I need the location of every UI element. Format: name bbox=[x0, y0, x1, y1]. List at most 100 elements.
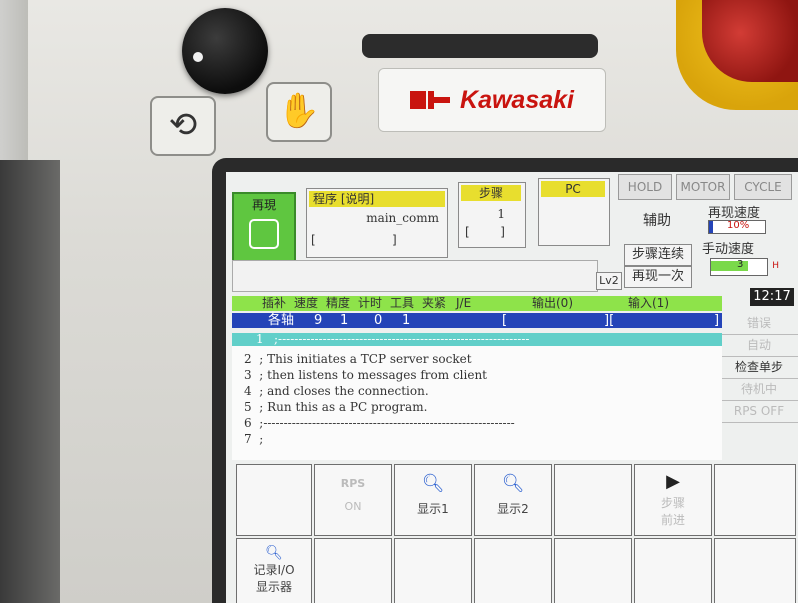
step-continuous-button[interactable]: 步骤连续 bbox=[624, 244, 692, 266]
display1-label: 显示1 bbox=[417, 502, 449, 516]
play-triangle-icon: ▶ bbox=[666, 471, 680, 492]
axis-bar: 各轴 9 1 0 1 [ ][ ] bbox=[232, 313, 722, 328]
hold-hand-button[interactable]: ✋ bbox=[266, 82, 332, 142]
output-bracket-end: ][ bbox=[604, 313, 615, 328]
cycle-indicator: CYCLE bbox=[734, 174, 792, 200]
menu-standby[interactable]: 待机中 bbox=[720, 378, 798, 401]
code-line: 3 ; then listens to messages from client bbox=[244, 368, 487, 383]
display1-button[interactable]: 🔍︎ 显示1 bbox=[394, 464, 472, 536]
kawasaki-mark-icon bbox=[410, 89, 454, 111]
brand-text: Kawasaki bbox=[460, 85, 574, 114]
fkey-blank-5[interactable] bbox=[394, 538, 472, 603]
record-io-label: 记录I/O bbox=[253, 563, 295, 577]
fkey-blank-6[interactable] bbox=[474, 538, 552, 603]
program-listing[interactable]: 2 ; This initiates a TCP server socket 3… bbox=[232, 346, 722, 460]
replay-speed-bar[interactable]: 10% bbox=[708, 220, 766, 234]
menu-error[interactable]: 错误 bbox=[720, 312, 798, 335]
status-tool: 工具 bbox=[390, 296, 415, 310]
step-panel[interactable]: 步骤 1 [ ] bbox=[458, 182, 526, 248]
program-comment: [ ] bbox=[311, 233, 397, 247]
code-line: 6 ;-------------------------------------… bbox=[244, 416, 515, 431]
axis-label: 各轴 bbox=[268, 313, 295, 328]
hold-indicator: HOLD bbox=[618, 174, 672, 200]
fkey-blank-7[interactable] bbox=[554, 538, 632, 603]
axis-value-2: 1 bbox=[340, 313, 349, 328]
code-line-num: 5 bbox=[244, 400, 252, 414]
axis-value-4: 1 bbox=[402, 313, 411, 328]
step-comment: [ ] bbox=[465, 225, 505, 239]
mode-button[interactable]: 再現 bbox=[232, 192, 296, 262]
mode-label: 再現 bbox=[251, 198, 276, 212]
aux-button[interactable]: 辅助 bbox=[626, 210, 688, 232]
axis-value-1: 9 bbox=[314, 313, 323, 328]
motor-indicator: MOTOR bbox=[676, 174, 730, 200]
status-interp: 插补 bbox=[262, 296, 287, 310]
code-line-text: ; Run this as a PC program. bbox=[259, 400, 428, 414]
fkey-blank-2[interactable] bbox=[554, 464, 632, 536]
rps-sub: ON bbox=[344, 500, 362, 513]
mode-key-switch[interactable] bbox=[182, 8, 268, 94]
status-input: 输入(1) bbox=[628, 296, 669, 310]
replay-speed-label: 再现速度 bbox=[708, 206, 761, 221]
display2-button[interactable]: 🔍︎ 显示2 bbox=[474, 464, 552, 536]
code-line-num: 6 bbox=[244, 416, 252, 430]
fkey-blank-8[interactable] bbox=[634, 538, 712, 603]
cycle-icon-button[interactable]: ⟲ bbox=[150, 96, 216, 156]
background-shadow bbox=[0, 160, 60, 603]
code-line-num: 3 bbox=[244, 368, 252, 382]
rps-label: RPS bbox=[340, 477, 366, 490]
pc-label: PC bbox=[541, 181, 605, 197]
display2-label: 显示2 bbox=[497, 502, 529, 516]
replay-once-button[interactable]: 再现一次 bbox=[624, 266, 692, 288]
level-indicator: Lv2 bbox=[596, 272, 622, 290]
current-line-highlight: 1 ;-------------------------------------… bbox=[232, 332, 722, 346]
replay-speed-value: 10% bbox=[727, 220, 750, 231]
rps-button[interactable]: RPS ON bbox=[314, 464, 392, 536]
fkey-blank-3[interactable] bbox=[714, 464, 796, 536]
status-bar: 插补 速度 精度 计时 工具 夹紧 J/E 输出(0) 输入(1) bbox=[232, 296, 722, 311]
status-timer: 计时 bbox=[358, 296, 383, 310]
fkey-blank-4[interactable] bbox=[314, 538, 392, 603]
cycle-arrows-icon: ⟲ bbox=[168, 105, 198, 145]
clock: 12:17 bbox=[750, 288, 794, 306]
status-speed: 速度 bbox=[294, 296, 319, 310]
manual-speed-label: 手动速度 bbox=[702, 242, 755, 257]
code-line-text: ;---------------------------------------… bbox=[259, 416, 515, 430]
input-bracket-end: ] bbox=[714, 313, 720, 328]
step-forward-sub: 前进 bbox=[660, 513, 685, 527]
record-io-sub: 显示器 bbox=[255, 580, 292, 594]
program-label: 程序 [说明] bbox=[309, 191, 445, 207]
code-line-num: 1 bbox=[256, 332, 264, 346]
menu-auto[interactable]: 自动 bbox=[720, 334, 798, 357]
code-line-text: ; bbox=[259, 432, 264, 446]
output-bracket: [ bbox=[502, 313, 508, 328]
code-line-text: ; then listens to messages from client bbox=[259, 368, 488, 382]
menu-rps-off[interactable]: RPS OFF bbox=[720, 400, 798, 423]
teach-pendant-screen: 再現 程序 [说明] main_comm [ ] 步骤 1 [ ] PC HOL… bbox=[226, 172, 798, 603]
pc-panel[interactable]: PC bbox=[538, 178, 610, 246]
manual-speed-bar[interactable]: 3 H bbox=[710, 258, 779, 276]
code-line: 7 ; bbox=[244, 432, 263, 447]
code-line-text: ; and closes the connection. bbox=[259, 384, 429, 398]
axis-value-3: 0 bbox=[374, 313, 383, 328]
menu-check-step[interactable]: 检查单步 bbox=[720, 356, 798, 379]
record-io-button[interactable]: 🔍︎ 记录I/O 显示器 bbox=[236, 538, 312, 603]
fkey-blank-1[interactable] bbox=[236, 464, 312, 536]
code-line-num: 7 bbox=[244, 432, 252, 446]
manual-speed-hi: H bbox=[772, 261, 779, 271]
step-value: 1 bbox=[497, 207, 505, 221]
program-panel[interactable]: 程序 [说明] main_comm [ ] bbox=[306, 188, 448, 258]
code-line: 2 ; This initiates a TCP server socket bbox=[244, 352, 472, 367]
code-line-text: ; This initiates a TCP server socket bbox=[259, 352, 472, 366]
connector-slot bbox=[362, 34, 598, 58]
message-area bbox=[232, 260, 598, 292]
magnifier-icon: 🔍︎ bbox=[421, 473, 445, 494]
step-forward-button[interactable]: ▶ 步骤 前进 bbox=[634, 464, 712, 536]
magnifier-icon: 🔍︎ bbox=[501, 473, 525, 494]
code-line: 5 ; Run this as a PC program. bbox=[244, 400, 427, 415]
status-clamp: 夹紧 bbox=[422, 296, 447, 310]
status-je: J/E bbox=[456, 296, 472, 310]
record-io-icon: 🔍︎ bbox=[265, 545, 283, 561]
fkey-blank-9[interactable] bbox=[714, 538, 796, 603]
step-label: 步骤 bbox=[461, 185, 521, 201]
